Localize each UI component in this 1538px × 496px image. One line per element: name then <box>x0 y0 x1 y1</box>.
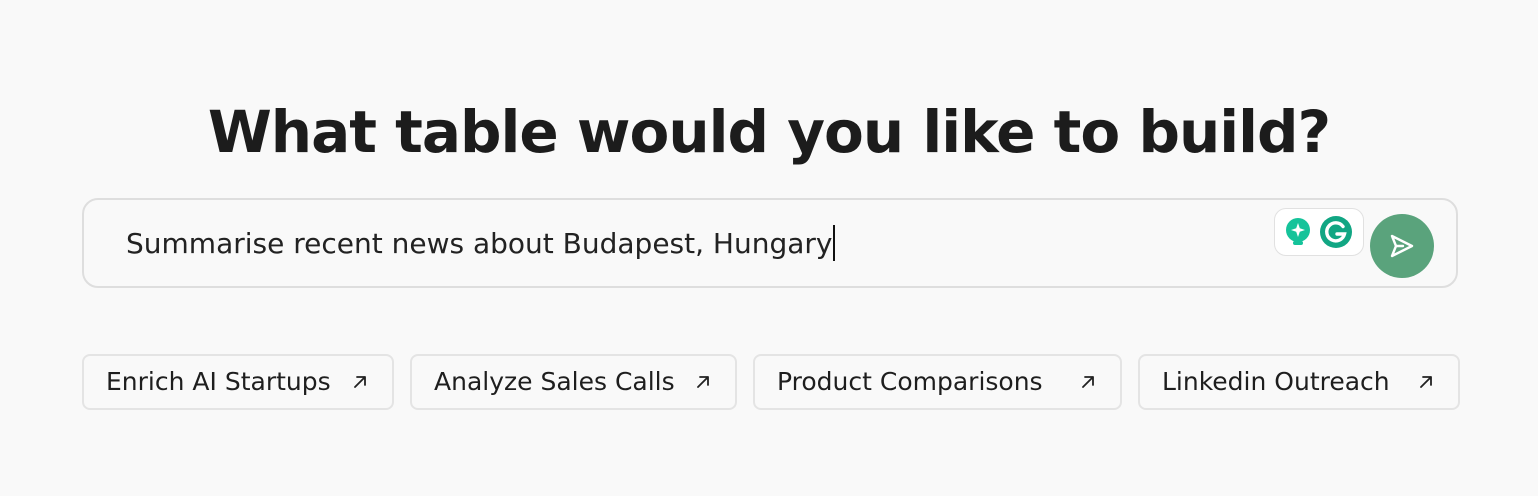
prompt-input-text: Summarise recent news about Budapest, Hu… <box>126 227 833 260</box>
suggestion-chip-product-comparisons[interactable]: Product Comparisons <box>753 354 1122 410</box>
lightbulb-icon[interactable] <box>1283 217 1313 247</box>
extension-buttons <box>1274 208 1364 256</box>
grammarly-icon[interactable] <box>1319 215 1353 249</box>
suggestion-chip-analyze-sales-calls[interactable]: Analyze Sales Calls <box>410 354 737 410</box>
arrow-up-right-icon <box>1420 376 1432 388</box>
suggestion-label: Linkedin Outreach <box>1162 367 1390 396</box>
page-title: What table would you like to build? <box>207 98 1331 166</box>
send-button[interactable] <box>1370 214 1434 278</box>
send-icon <box>1390 234 1414 258</box>
suggestion-chip-enrich-ai-startups[interactable]: Enrich AI Startups <box>82 354 394 410</box>
arrow-up-right-icon <box>354 376 366 388</box>
prompt-input[interactable]: Summarise recent news about Budapest, Hu… <box>126 222 836 266</box>
suggestion-label: Analyze Sales Calls <box>434 367 675 396</box>
arrow-up-right-icon <box>1082 376 1094 388</box>
suggestion-chip-linkedin-outreach[interactable]: Linkedin Outreach <box>1138 354 1460 410</box>
suggestion-label: Product Comparisons <box>777 367 1043 396</box>
text-caret <box>833 225 836 261</box>
arrow-up-right-icon <box>697 376 709 388</box>
prompt-box[interactable]: Summarise recent news about Budapest, Hu… <box>82 198 1458 288</box>
suggestion-label: Enrich AI Startups <box>106 367 331 396</box>
